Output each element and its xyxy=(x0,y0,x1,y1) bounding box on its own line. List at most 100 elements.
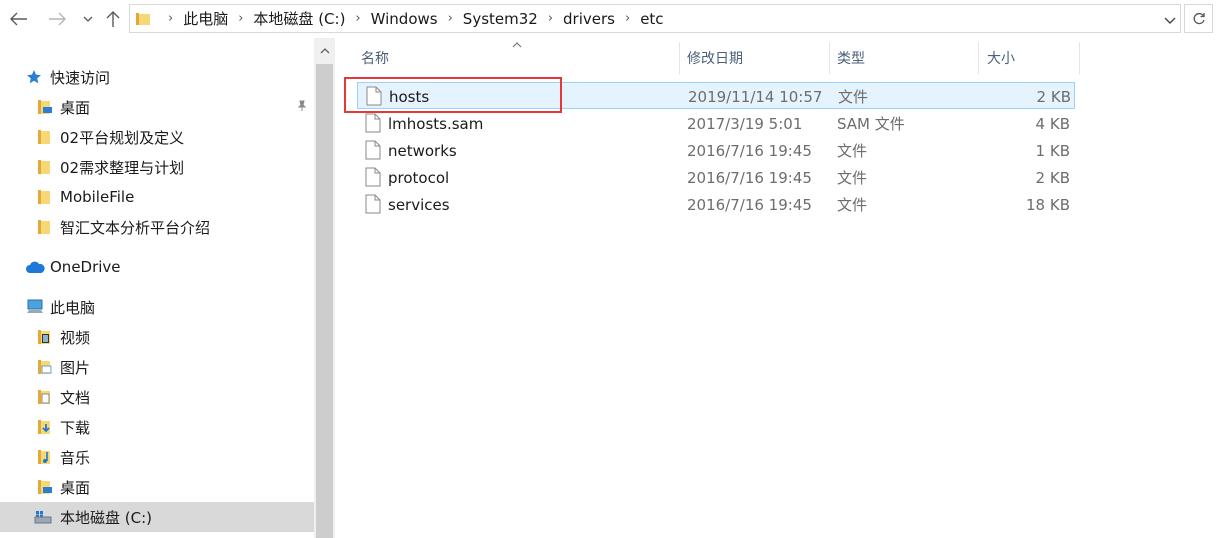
cloud-icon xyxy=(26,261,45,273)
file-date: 2016/7/16 19:45 xyxy=(687,195,812,214)
forward-arrow-icon xyxy=(49,12,66,26)
column-header-date[interactable]: 修改日期 xyxy=(687,42,827,74)
column-divider[interactable] xyxy=(978,42,979,74)
sidebar-item-desktop[interactable]: 桌面 xyxy=(0,92,314,122)
sidebar-item-label: 桌面 xyxy=(60,98,91,117)
sidebar-item-label: 文档 xyxy=(60,388,91,407)
breadcrumb-this-pc[interactable]: 此电脑 xyxy=(183,8,228,29)
back-arrow-icon xyxy=(10,12,27,26)
breadcrumb-windows[interactable]: Windows xyxy=(371,10,438,28)
breadcrumb-etc[interactable]: etc xyxy=(640,10,663,28)
file-row-lmhosts[interactable]: lmhosts.sam 2017/3/19 5:01 SAM 文件 4 KB xyxy=(357,110,1075,137)
pin-icon[interactable] xyxy=(296,100,308,115)
breadcrumb-label: Windows xyxy=(370,9,438,28)
up-arrow-icon xyxy=(106,11,120,27)
folder-icon xyxy=(38,190,50,204)
desktop-folder-icon xyxy=(38,100,52,114)
breadcrumb-separator: › xyxy=(447,11,453,26)
breadcrumb-label: etc xyxy=(640,9,664,28)
file-date: 2019/11/14 10:57 xyxy=(688,87,823,106)
column-header-name[interactable]: 名称 xyxy=(361,42,677,74)
sidebar-item-label: 02平台规划及定义 xyxy=(60,128,185,147)
sidebar-item-folder[interactable]: MobileFile xyxy=(0,182,314,212)
scroll-up-button[interactable] xyxy=(314,38,335,64)
sidebar-item-label: 下载 xyxy=(60,418,91,437)
breadcrumb-label: 本地磁盘 (C:) xyxy=(253,10,346,28)
file-name: lmhosts.sam xyxy=(388,114,484,133)
sidebar-item-local-disk[interactable]: 本地磁盘 (C:) xyxy=(0,502,314,532)
breadcrumb-label: drivers xyxy=(563,9,615,28)
file-date: 2017/3/19 5:01 xyxy=(687,114,803,133)
file-icon xyxy=(365,194,381,214)
documents-folder-icon xyxy=(38,390,50,404)
breadcrumb-local-disk[interactable]: 本地磁盘 (C:) xyxy=(253,8,345,29)
file-row-networks[interactable]: networks 2016/7/16 19:45 文件 1 KB xyxy=(357,137,1075,164)
music-folder-icon xyxy=(38,450,50,464)
file-size: 2 KB xyxy=(1036,87,1071,106)
sidebar-item-documents[interactable]: 文档 xyxy=(0,382,314,412)
drive-icon xyxy=(34,511,52,524)
file-type: 文件 xyxy=(837,142,868,160)
navigation-pane: 快速访问 桌面 02平台规划及定义 02需求整理与计划 MobileFile 智… xyxy=(0,38,314,538)
forward-button[interactable] xyxy=(44,4,70,34)
column-header-label: 类型 xyxy=(837,51,865,67)
file-size: 4 KB xyxy=(1035,114,1070,133)
refresh-button[interactable] xyxy=(1184,4,1213,33)
sidebar-item-label: 音乐 xyxy=(60,448,91,467)
breadcrumb-label: System32 xyxy=(462,9,538,28)
breadcrumb-drivers[interactable]: drivers xyxy=(563,10,615,28)
scrollbar-thumb[interactable] xyxy=(316,64,333,538)
file-size: 2 KB xyxy=(1035,168,1070,187)
computer-icon xyxy=(27,299,43,313)
sidebar-item-label: 快速访问 xyxy=(50,68,111,87)
sidebar-item-label: 图片 xyxy=(60,358,91,377)
navigation-pane-scrollbar[interactable] xyxy=(314,38,335,538)
file-name: protocol xyxy=(388,168,450,187)
navigation-bar: › 此电脑 › 本地磁盘 (C:) › Windows › System32 ›… xyxy=(0,0,1217,38)
sidebar-item-desktop[interactable]: 桌面 xyxy=(0,472,314,502)
sidebar-item-videos[interactable]: 视频 xyxy=(0,322,314,352)
folder-icon xyxy=(136,12,150,25)
address-bar[interactable]: › 此电脑 › 本地磁盘 (C:) › Windows › System32 ›… xyxy=(129,4,1181,33)
sidebar-item-label: 桌面 xyxy=(60,478,91,497)
file-row-protocol[interactable]: protocol 2016/7/16 19:45 文件 2 KB xyxy=(357,164,1075,191)
sidebar-item-label: 02需求整理与计划 xyxy=(60,158,185,177)
breadcrumb-system32[interactable]: System32 xyxy=(463,10,538,28)
column-header-type[interactable]: 类型 xyxy=(837,42,977,74)
sidebar-item-quick-access[interactable]: 快速访问 xyxy=(0,62,314,92)
chevron-up-icon xyxy=(320,48,329,54)
up-button[interactable] xyxy=(102,4,124,34)
sidebar-item-folder[interactable]: 02需求整理与计划 xyxy=(0,152,314,182)
breadcrumb-separator: › xyxy=(355,11,361,26)
address-dropdown-button[interactable] xyxy=(1164,11,1176,29)
file-name: services xyxy=(388,195,450,214)
pictures-folder-icon xyxy=(38,360,52,374)
file-type: 文件 xyxy=(837,196,868,214)
back-button[interactable] xyxy=(6,4,32,34)
sidebar-item-music[interactable]: 音乐 xyxy=(0,442,314,472)
sidebar-item-folder[interactable]: 智汇文本分析平台介绍 xyxy=(0,212,314,242)
column-header-label: 大小 xyxy=(987,51,1015,67)
folder-icon xyxy=(38,160,50,174)
file-type: 文件 xyxy=(837,169,868,187)
sidebar-item-downloads[interactable]: 下载 xyxy=(0,412,314,442)
sidebar-item-onedrive[interactable]: OneDrive xyxy=(0,252,314,282)
chevron-down-icon xyxy=(1164,17,1176,24)
file-list: 名称 修改日期 类型 大小 hosts 2019/11/14 10:57 文件 … xyxy=(335,38,1217,538)
sidebar-item-folder[interactable]: 02平台规划及定义 xyxy=(0,122,314,152)
sidebar-item-this-pc[interactable]: 此电脑 xyxy=(0,292,314,322)
sidebar-item-label: 智汇文本分析平台介绍 xyxy=(60,218,211,237)
column-divider[interactable] xyxy=(1079,42,1080,74)
file-row-services[interactable]: services 2016/7/16 19:45 文件 18 KB xyxy=(357,191,1075,218)
file-icon xyxy=(365,140,381,160)
column-header-size[interactable]: 大小 xyxy=(987,42,1077,74)
folder-icon xyxy=(38,130,50,144)
column-divider[interactable] xyxy=(679,42,680,74)
video-folder-icon xyxy=(38,330,50,344)
sidebar-item-pictures[interactable]: 图片 xyxy=(0,352,314,382)
highlight-annotation-box xyxy=(344,77,562,113)
file-icon xyxy=(365,113,381,133)
column-divider[interactable] xyxy=(829,42,830,74)
recent-locations-button[interactable] xyxy=(78,4,98,34)
breadcrumb-separator: › xyxy=(547,11,554,26)
